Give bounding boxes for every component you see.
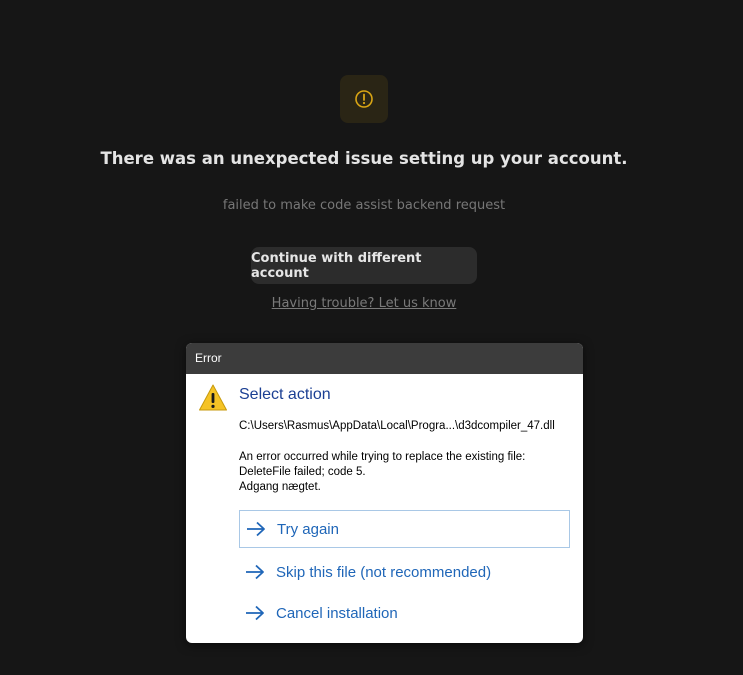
cancel-installation-button[interactable]: Cancel installation xyxy=(239,594,570,632)
arrow-right-icon xyxy=(245,562,269,582)
alert-tile xyxy=(340,75,388,123)
arrow-right-icon xyxy=(246,519,270,539)
dialog-heading: Select action xyxy=(239,386,331,403)
skip-file-label: Skip this file (not recommended) xyxy=(276,563,492,581)
error-message: An error occurred while trying to replac… xyxy=(239,450,525,495)
cancel-installation-label: Cancel installation xyxy=(276,604,398,622)
error-dialog: Error Select action C:\Users\Rasmus\AppD… xyxy=(186,343,583,643)
error-detail: failed to make code assist backend reque… xyxy=(222,198,506,213)
try-again-button[interactable]: Try again xyxy=(239,510,570,548)
arrow-right-icon xyxy=(245,603,269,623)
error-message-line: DeleteFile failed; code 5. xyxy=(239,466,366,478)
error-message-line: An error occurred while trying to replac… xyxy=(239,451,526,463)
continue-different-account-button[interactable]: Continue with different account xyxy=(251,247,477,284)
having-trouble-link[interactable]: Having trouble? Let us know xyxy=(0,296,728,311)
warning-triangle-icon xyxy=(199,384,227,411)
skip-file-button[interactable]: Skip this file (not recommended) xyxy=(239,553,570,591)
error-message-line: Adgang nægtet. xyxy=(239,481,321,493)
dialog-titlebar[interactable]: Error xyxy=(186,343,583,374)
error-headline: There was an unexpected issue setting up… xyxy=(100,149,628,168)
alert-circle-icon xyxy=(355,90,373,108)
try-again-label: Try again xyxy=(277,520,339,538)
file-path: C:\Users\Rasmus\AppData\Local\Progra...\… xyxy=(239,420,555,432)
